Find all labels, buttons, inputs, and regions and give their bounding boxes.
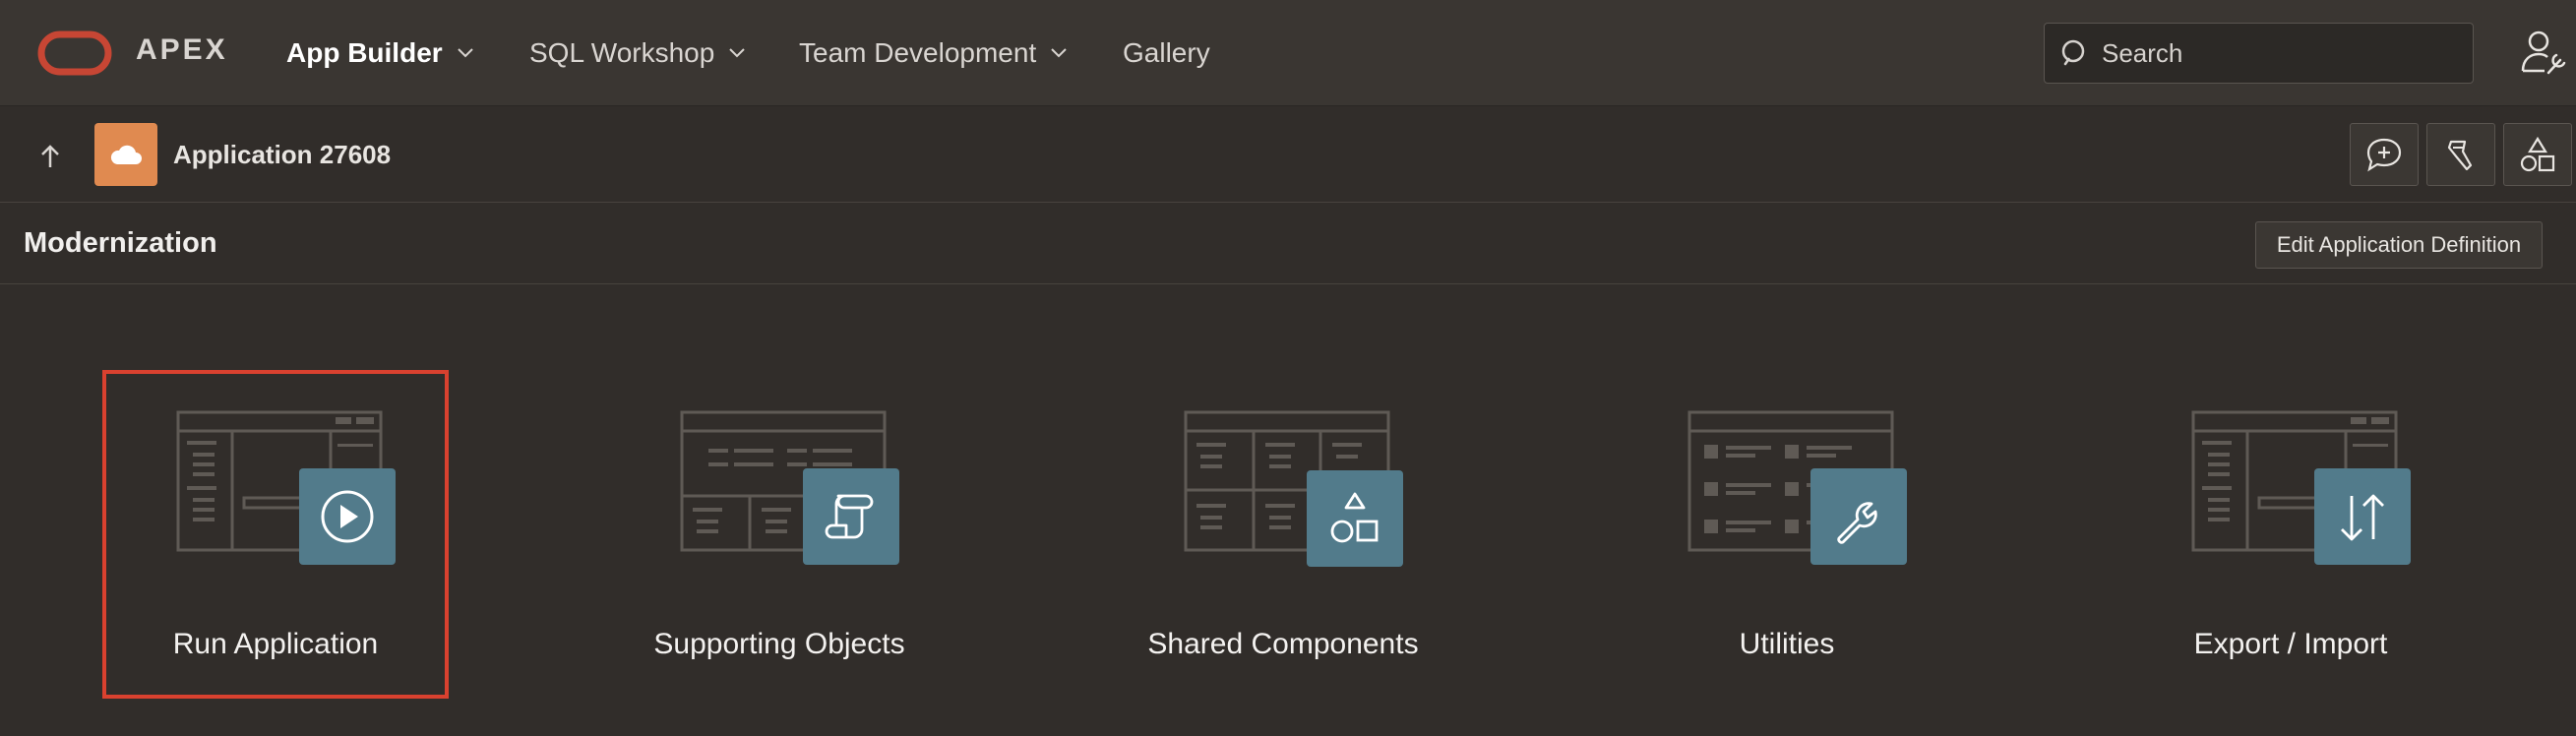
region-header: Modernization Edit Application Definitio… — [0, 204, 2576, 284]
chevron-down-icon — [457, 48, 473, 58]
edit-application-definition-button[interactable]: Edit Application Definition — [2255, 221, 2543, 269]
search-box[interactable] — [2044, 23, 2474, 84]
search-input[interactable] — [2102, 37, 2456, 69]
nav-gallery[interactable]: Gallery — [1123, 33, 1210, 73]
application-icon-tile[interactable] — [94, 123, 157, 186]
nav-app-builder-label: App Builder — [286, 37, 443, 68]
card-run-application[interactable]: Run Application — [102, 370, 449, 699]
arrow-up-icon[interactable] — [35, 142, 65, 171]
application-bar: Application 27608 — [0, 106, 2576, 203]
nav-team-development[interactable]: Team Development — [799, 33, 1068, 73]
supporting-objects-illustration — [680, 410, 899, 565]
top-header: APEX App Builder SQL Workshop Team Devel… — [0, 0, 2576, 106]
brand-name[interactable]: APEX — [136, 33, 228, 67]
nav-gallery-label: Gallery — [1123, 37, 1210, 68]
card-label: Shared Components — [1147, 628, 1419, 660]
feedback-button[interactable] — [2350, 123, 2419, 186]
card-export-import[interactable]: Export / Import — [2121, 374, 2460, 695]
card-shared-components[interactable]: Shared Components — [1114, 374, 1452, 695]
oracle-logo-icon[interactable] — [37, 30, 112, 77]
run-application-illustration — [176, 410, 396, 565]
highlighter-icon — [2447, 140, 2473, 171]
chevron-down-icon — [729, 48, 746, 58]
card-label: Run Application — [172, 628, 379, 660]
shapes-icon — [2520, 136, 2555, 172]
card-label: Export / Import — [2193, 628, 2388, 660]
user-settings-icon[interactable] — [2519, 28, 2568, 77]
feedback-icon — [2366, 138, 2402, 172]
nav-team-development-label: Team Development — [799, 37, 1037, 68]
search-icon — [2061, 39, 2085, 66]
application-name[interactable]: Application 27608 — [173, 140, 391, 170]
card-utilities[interactable]: Utilities — [1618, 374, 1956, 695]
card-label: Supporting Objects — [653, 628, 905, 660]
card-label: Utilities — [1739, 628, 1835, 660]
region-title: Modernization — [24, 227, 217, 259]
nav-sql-workshop[interactable]: SQL Workshop — [529, 33, 746, 73]
nav-sql-workshop-label: SQL Workshop — [529, 37, 715, 68]
chevron-down-icon — [1051, 48, 1067, 58]
export-import-illustration — [2191, 410, 2411, 565]
card-supporting-objects[interactable]: Supporting Objects — [610, 374, 949, 695]
cloud-icon — [110, 145, 142, 164]
nav-app-builder[interactable]: App Builder — [286, 33, 474, 73]
shared-components-button[interactable] — [2503, 123, 2572, 186]
highlight-button[interactable] — [2426, 123, 2495, 186]
utilities-illustration — [1687, 410, 1907, 565]
shared-components-illustration — [1184, 410, 1403, 567]
